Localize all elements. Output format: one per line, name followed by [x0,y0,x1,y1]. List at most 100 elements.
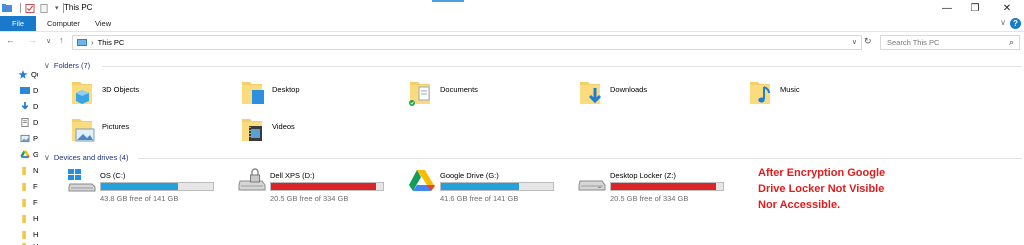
folders-header[interactable]: ∨ Folders (7) [44,61,90,70]
drive-usage-fill [441,183,520,190]
minimize-button[interactable]: — [936,1,958,15]
drive-google-drive-g[interactable]: Google Drive (G:) 41.6 GB free of 141 GB [408,162,568,203]
google-drive-icon [20,149,30,158]
nav-item-label: D [33,117,38,127]
nav-folder[interactable]: F [20,196,38,208]
drive-icon [578,180,606,191]
nav-google-drive[interactable]: G [20,148,38,160]
search-input[interactable]: Search This PC ⌕ [880,35,1020,50]
search-placeholder: Search This PC [887,38,940,47]
nav-downloads[interactable]: D [20,100,38,112]
download-icon [21,101,29,110]
drive-usage-bar [610,182,724,191]
folder-icon [22,230,26,239]
annotation-line: Drive Locker Not Visible [758,183,885,195]
document-icon [21,117,29,127]
nav-pictures[interactable]: P [20,132,38,144]
drive-free-space: 20.5 GB free of 334 GB [610,194,689,203]
downloads-folder-icon [580,82,602,104]
drive-dell-xps-d[interactable]: Dell XPS (D:) 20.5 GB free of 334 GB [238,162,398,203]
collapse-chevron-icon[interactable]: ∨ [44,153,50,162]
nav-folder[interactable]: N [20,164,38,176]
separator [20,3,21,13]
folder-music[interactable]: Music [748,78,800,108]
annotation-note: After Encryption Google Drive Locker Not… [758,165,948,213]
nav-desktop[interactable]: D [20,84,38,96]
drive-os-c[interactable]: OS (C:) 43.8 GB free of 141 GB [68,162,228,203]
folder-pictures[interactable]: Pictures [70,115,129,145]
3d-objects-folder-icon [72,82,92,104]
folder-icon [22,198,26,207]
google-drive-icon [409,170,435,191]
nav-folder[interactable]: H [20,228,38,240]
drive-name: Desktop Locker (Z:) [610,171,676,180]
folder-documents[interactable]: Documents [408,78,478,108]
maximize-button[interactable]: ❐ [964,1,986,15]
folder-name: Desktop [272,85,300,94]
ribbon: File Computer View ∨ ? [0,16,1024,32]
recent-locations-icon[interactable]: ∨ [46,37,51,45]
drive-desktop-locker-z[interactable]: Desktop Locker (Z:) 20.5 GB free of 334 … [578,162,738,203]
videos-folder-icon [242,119,262,141]
nav-folder[interactable]: H [20,212,38,224]
drive-free-space: 43.8 GB free of 141 GB [100,194,179,203]
tab-computer[interactable]: Computer [47,19,80,28]
up-button[interactable]: ↑ [59,35,64,45]
address-dropdown-icon[interactable]: ∨ [852,38,857,46]
locked-drive-icon [238,168,266,191]
nav-documents[interactable]: D [20,116,38,128]
nav-item-label: G [33,149,38,159]
help-icon[interactable]: ? [1010,18,1021,29]
folder-app-icon[interactable] [2,3,12,13]
star-icon [18,69,28,79]
folder-name: Documents [440,85,478,94]
title-accent [432,0,464,2]
folder-name: Pictures [102,122,130,131]
nav-item-label: F [33,181,38,191]
new-folder-icon[interactable] [39,3,49,13]
properties-icon[interactable] [25,3,35,13]
folder-name: 3D Objects [102,85,140,94]
navigation-pane: Qu D D D P G N F F H H H [0,60,38,245]
address-bar[interactable]: › This PC ∨ [72,35,862,50]
expand-ribbon-icon[interactable]: ∨ [1000,18,1006,27]
folder-3d-objects[interactable]: 3D Objects [70,78,139,108]
nav-item-label: H [33,229,38,239]
drives-header-label: Devices and drives (4) [53,153,129,162]
drive-usage-fill [101,183,179,190]
folder-icon [22,166,26,175]
folder-videos[interactable]: Videos [240,115,295,145]
nav-folder[interactable]: H [20,240,38,245]
forward-button[interactable]: → [28,35,37,45]
collapse-chevron-icon[interactable]: ∨ [44,61,50,70]
divider [102,66,1022,67]
this-pc-icon [77,38,87,46]
nav-item-label: D [33,101,38,111]
chevron-down-icon[interactable]: ▾ [55,4,59,12]
drive-usage-fill [611,183,717,190]
folder-desktop[interactable]: Desktop [240,78,300,108]
nav-item-label: Qu [31,69,38,79]
annotation-line: After Encryption Google [758,167,886,179]
nav-item-label: H [33,213,38,223]
drive-name: Google Drive (G:) [440,171,499,180]
close-button[interactable]: ✕ [996,1,1018,15]
back-button[interactable]: ← [6,35,15,45]
breadcrumb[interactable]: This PC [98,38,125,47]
navigation-bar: ← → ∨ ↑ › This PC ∨ ↻ Search This PC ⌕ [0,33,1024,51]
folder-downloads[interactable]: Downloads [578,78,647,108]
nav-quick-access[interactable]: Qu [18,68,38,80]
search-icon[interactable]: ⌕ [1009,37,1014,48]
breadcrumb-chevron-icon[interactable]: › [91,38,94,47]
folder-icon [22,214,26,223]
drives-header[interactable]: ∨ Devices and drives (4) [44,153,128,162]
title-bar: ▾ This PC — ❐ ✕ [0,0,1024,16]
tab-view[interactable]: View [95,19,111,28]
annotation-line: Nor Accessible. [758,199,841,211]
refresh-icon[interactable]: ↻ [864,36,872,47]
tab-file[interactable]: File [0,16,36,31]
quick-access-toolbar: ▾ [2,2,68,14]
nav-folder[interactable]: F [20,180,38,192]
folder-name: Videos [272,122,295,131]
drive-usage-bar [440,182,554,191]
